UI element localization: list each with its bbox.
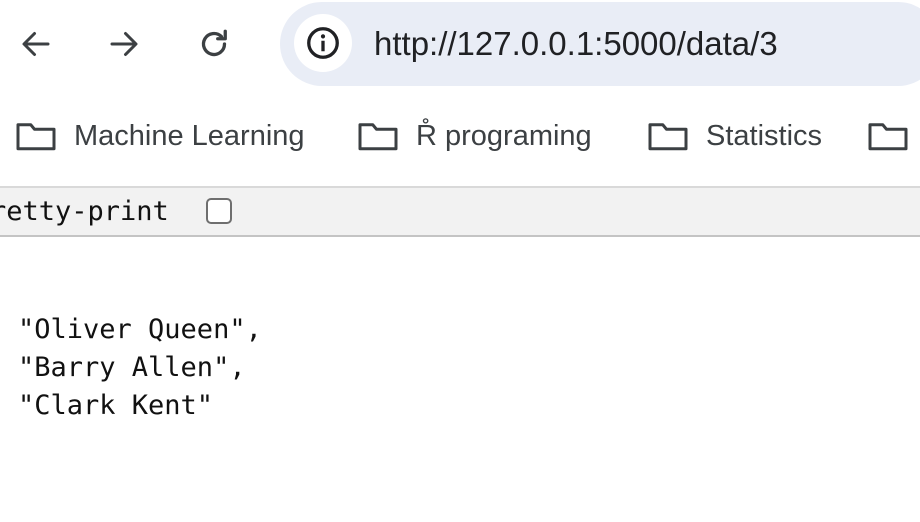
bookmark-r-programing[interactable]: R̊ programing: [356, 114, 592, 158]
bookmarks-bar: Machine Learning R̊ programing Statistic…: [0, 88, 920, 186]
bookmark-folder-partial[interactable]: [866, 114, 910, 158]
back-button[interactable]: [14, 22, 58, 66]
folder-icon: [16, 123, 56, 151]
forward-button[interactable]: [102, 22, 146, 66]
bookmark-label: R̊ programing: [416, 119, 592, 152]
folder-icon: [868, 123, 908, 151]
arrow-left-icon: [22, 32, 50, 56]
folder-icon: [358, 123, 398, 151]
arrow-right-icon: [110, 32, 138, 56]
json-line: "Barry Allen",: [18, 352, 246, 383]
browser-toolbar: http://127.0.0.1:5000/data/3: [0, 0, 920, 88]
folder-icon: [648, 123, 688, 151]
address-bar[interactable]: http://127.0.0.1:5000/data/3: [280, 2, 920, 86]
pretty-print-label: retty-print: [0, 196, 169, 227]
reload-icon: [201, 29, 227, 57]
json-content: "Oliver Queen", "Barry Allen", "Clark Ke…: [0, 237, 920, 522]
json-viewer-options-bar: retty-print: [0, 186, 920, 237]
reload-button[interactable]: [192, 22, 236, 66]
bookmark-statistics[interactable]: Statistics: [646, 114, 822, 158]
site-info-button[interactable]: [294, 14, 352, 72]
info-icon: [307, 27, 339, 59]
bookmark-machine-learning[interactable]: Machine Learning: [14, 114, 305, 158]
bookmark-label: Statistics: [706, 119, 823, 152]
url-text[interactable]: http://127.0.0.1:5000/data/3: [374, 22, 778, 66]
pretty-print-checkbox[interactable]: [206, 198, 232, 224]
json-line: "Oliver Queen",: [18, 314, 262, 345]
bookmark-label: Machine Learning: [74, 119, 305, 152]
json-line: "Clark Kent": [18, 390, 214, 421]
